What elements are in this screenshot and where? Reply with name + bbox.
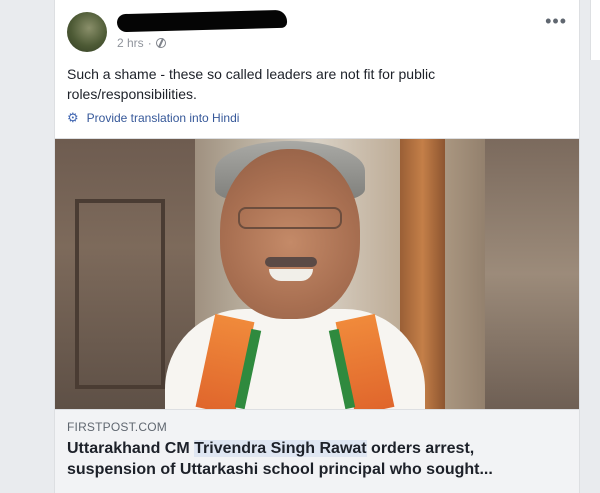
link-preview-image[interactable] xyxy=(55,139,579,409)
translate-link[interactable]: Provide translation into Hindi xyxy=(87,111,240,125)
post-meta: 2 hrs · xyxy=(117,36,166,50)
post-text-line2: roles/responsibilities. xyxy=(67,86,197,102)
post-text-line1: Such a shame - these so called leaders a… xyxy=(67,66,436,82)
person-glasses xyxy=(238,207,342,229)
person-mustache xyxy=(265,257,317,267)
link-domain: FIRSTPOST.COM xyxy=(67,420,167,434)
headline-highlight: Trivendra Singh Rawat xyxy=(194,440,367,457)
headline-part2: orders arrest, xyxy=(366,440,475,457)
adjacent-panel xyxy=(590,0,600,60)
translation-prompt[interactable]: ⚙ Provide translation into Hindi xyxy=(67,110,239,126)
background-window-frame xyxy=(75,199,165,389)
ellipsis-icon[interactable]: ••• xyxy=(545,12,567,30)
post-header: 2 hrs · ••• xyxy=(67,9,567,56)
person-smile xyxy=(269,269,313,281)
post-timestamp[interactable]: 2 hrs xyxy=(117,36,144,50)
redacted-author-name xyxy=(116,9,288,33)
link-headline[interactable]: Uttarakhand CM Trivendra Singh Rawat ord… xyxy=(67,438,567,480)
headline-line2: suspension of Uttarkashi school principa… xyxy=(67,461,493,478)
globe-icon[interactable] xyxy=(155,38,166,48)
link-caption[interactable]: FIRSTPOST.COM Uttarakhand CM Trivendra S… xyxy=(55,409,579,493)
headline-part1: Uttarakhand CM xyxy=(67,440,195,457)
meta-separator: · xyxy=(147,36,152,50)
post-text: Such a shame - these so called leaders a… xyxy=(67,64,547,104)
post-card: 2 hrs · ••• Such a shame - these so call… xyxy=(54,0,580,493)
link-preview[interactable]: FIRSTPOST.COM Uttarakhand CM Trivendra S… xyxy=(55,138,579,493)
background-wall-right xyxy=(485,139,579,409)
avatar[interactable] xyxy=(67,12,107,52)
person-face xyxy=(220,149,360,319)
gear-icon: ⚙ xyxy=(67,110,79,125)
